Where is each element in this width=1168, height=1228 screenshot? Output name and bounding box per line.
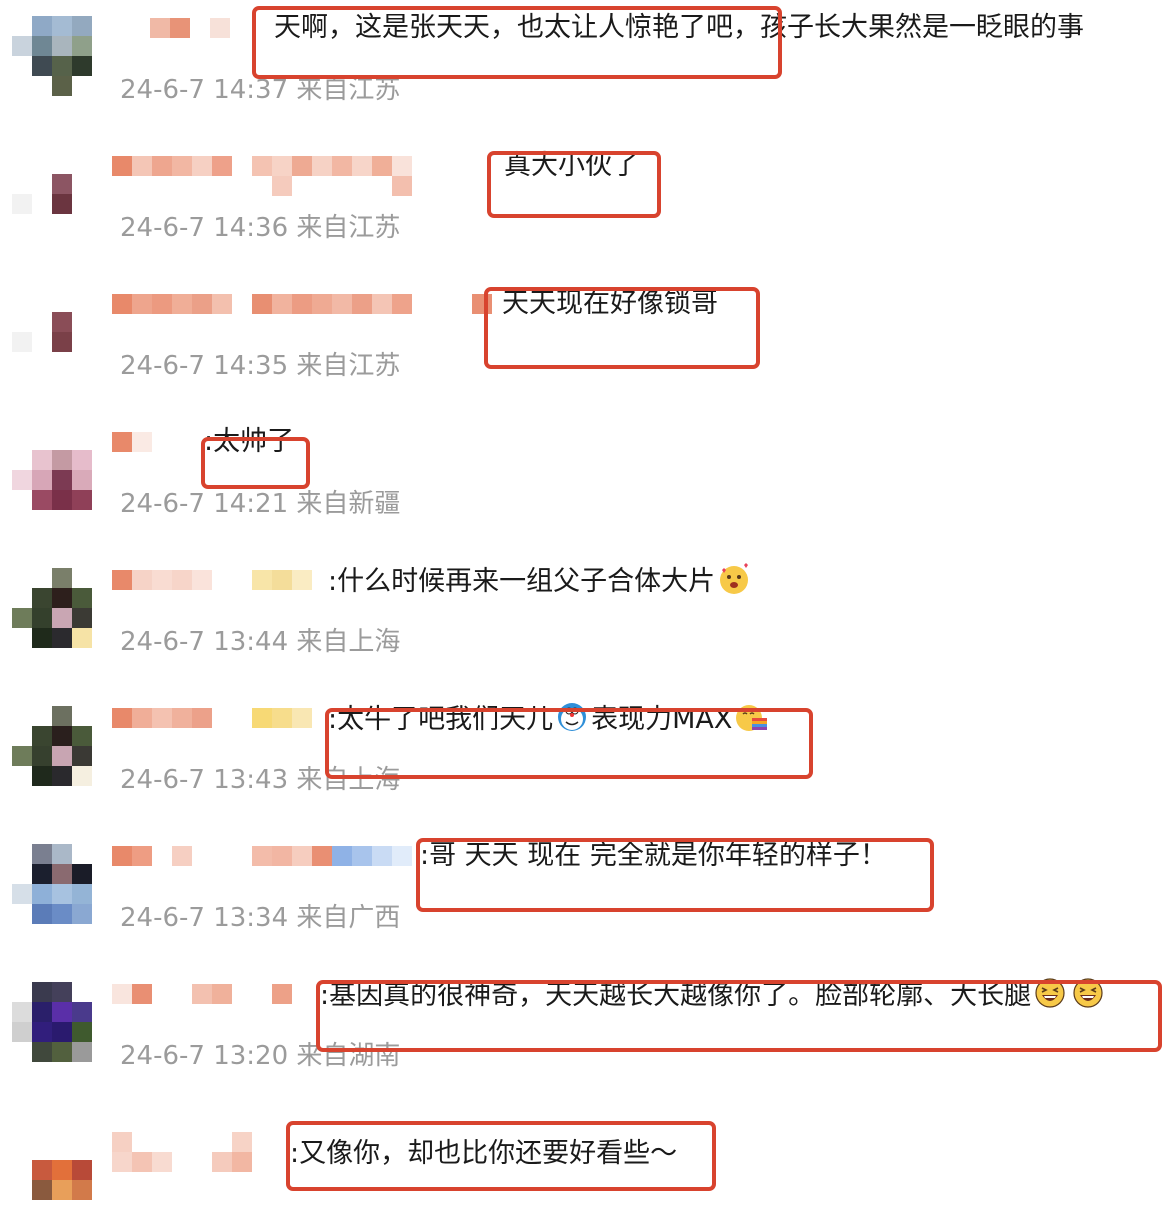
comment-timestamp: 24-6-7 13:43 (120, 765, 289, 795)
highlight-box (252, 6, 782, 79)
user-avatar[interactable] (12, 430, 92, 510)
user-avatar[interactable] (12, 706, 92, 786)
comment-text-content: :什么时候再来一组父子合体大片 (328, 566, 716, 597)
comment-location: 来自江苏 (296, 213, 401, 243)
comment-meta: 24-6-7 13:44 来自上海 (120, 626, 400, 658)
user-avatar[interactable] (12, 154, 92, 234)
comment-timestamp: 24-6-7 14:36 (120, 213, 289, 243)
user-avatar[interactable] (12, 844, 92, 924)
comment-location: 来自江苏 (296, 351, 401, 381)
comment-meta: 24-6-7 14:21 来自新疆 (120, 488, 400, 520)
comment-meta: 24-6-7 14:35 来自江苏 (120, 350, 400, 382)
highlight-box (201, 437, 310, 489)
highlight-box (484, 287, 760, 369)
user-avatar[interactable] (12, 1120, 92, 1200)
comment-meta: 24-6-7 13:34 来自广西 (120, 902, 400, 934)
comment-timestamp: 24-6-7 14:37 (120, 75, 289, 105)
user-avatar[interactable] (12, 568, 92, 648)
user-avatar[interactable] (12, 982, 92, 1062)
user-avatar[interactable] (12, 16, 92, 96)
comment-location: 来自新疆 (296, 489, 401, 519)
highlight-box (325, 708, 813, 779)
comment-timestamp: 24-6-7 13:44 (120, 627, 289, 657)
highlight-box (416, 838, 934, 912)
comment-item: :太帅了 24-6-7 14:21 来自新疆 (0, 400, 1168, 538)
comment-location: 来自上海 (296, 627, 401, 657)
comment-timestamp: 24-6-7 14:21 (120, 489, 289, 519)
comment-timestamp: 24-6-7 14:35 (120, 351, 289, 381)
comment-meta: 24-6-7 14:36 来自江苏 (120, 212, 400, 244)
highlight-box (286, 1121, 716, 1191)
hearts-face-emoji (720, 563, 749, 594)
comment-text: :什么时候再来一组父子合体大片 (328, 562, 753, 600)
comment-item: :什么时候再来一组父子合体大片 24-6-7 13:44 来自上海 (0, 538, 1168, 676)
highlight-box (487, 151, 661, 218)
comment-timestamp: 24-6-7 13:20 (120, 1041, 289, 1071)
comment-location: 来自广西 (296, 903, 401, 933)
user-avatar[interactable] (12, 292, 92, 372)
comment-location: 来自江苏 (296, 75, 401, 105)
comment-timestamp: 24-6-7 13:34 (120, 903, 289, 933)
highlight-box (316, 980, 1162, 1052)
